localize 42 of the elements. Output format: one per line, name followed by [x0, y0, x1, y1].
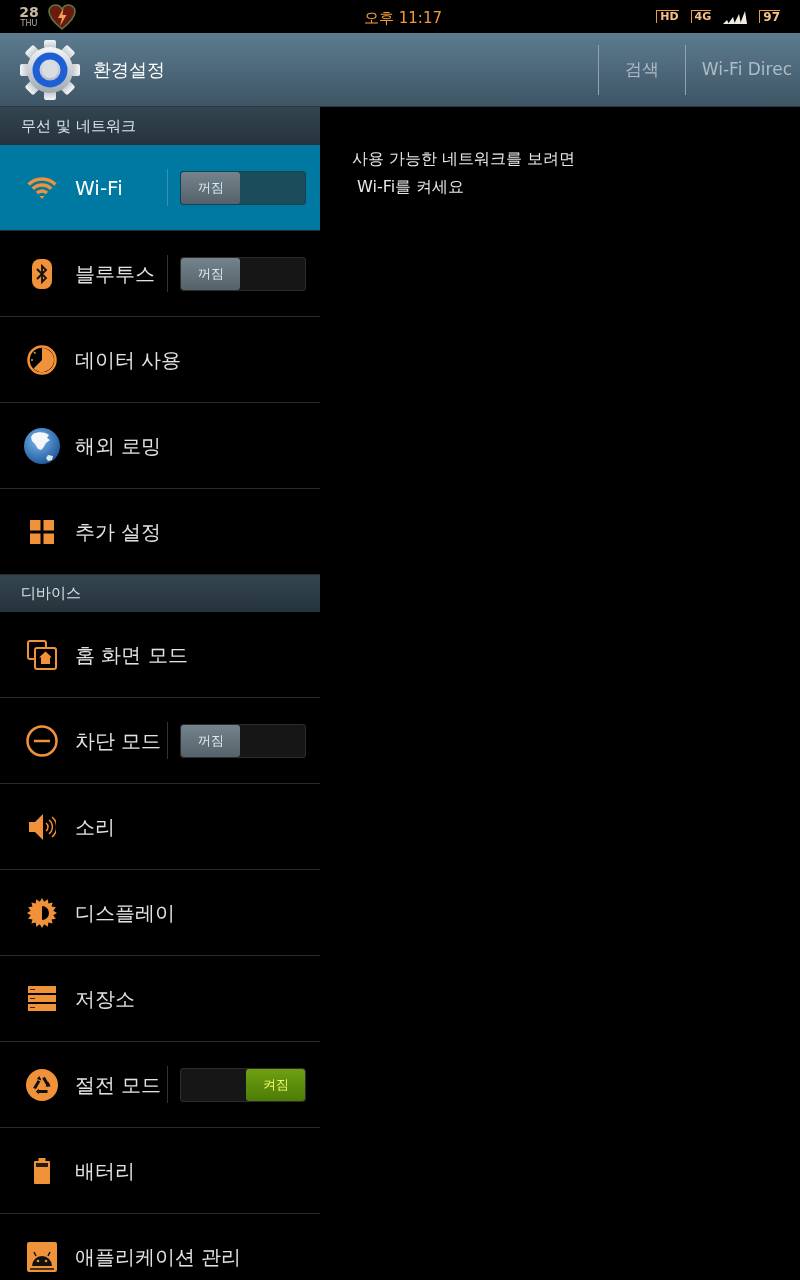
network-indicator: HD: [656, 10, 679, 23]
android-app-icon: [27, 1241, 57, 1272]
heart-bolt-icon: [48, 3, 76, 30]
globe-icon: [24, 427, 60, 464]
home-screens-icon: [27, 639, 57, 670]
grid-icon: [30, 519, 54, 544]
storage-icon: [28, 986, 56, 1011]
setting-label: 배터리: [75, 1157, 135, 1185]
brightness-icon: [27, 897, 57, 928]
pie-chart-icon: [27, 344, 57, 375]
network-indicator: 4G: [690, 10, 712, 23]
settings-gear-icon: [19, 38, 81, 101]
screen-title: 환경설정: [93, 58, 165, 82]
setting-label: 소리: [75, 813, 115, 841]
detail-message: 사용 가능한 네트워크를 보려면 Wi-Fi를 켜세요: [352, 148, 577, 198]
setting-label: 저장소: [75, 985, 135, 1013]
section-header: 디바이스: [0, 575, 320, 612]
setting-label: 차단 모드: [75, 727, 162, 755]
setting-label: 홈 화면 모드: [75, 641, 188, 669]
weekday: THU: [20, 19, 38, 28]
toggle-switch[interactable]: 꺼짐: [180, 256, 306, 291]
minus-circle-icon: [26, 724, 58, 757]
setting-label: 해외 로밍: [75, 432, 162, 460]
status-time: 오후 11:17: [364, 8, 442, 29]
settings-row[interactable]: Wi-Fi 꺼짐: [0, 145, 320, 231]
section-header: 무선 및 네트워크: [0, 107, 320, 145]
bluetooth-icon: [32, 258, 52, 289]
setting-label: 블루투스: [75, 260, 155, 288]
toggle-switch[interactable]: 꺼짐: [180, 170, 306, 205]
setting-label: 데이터 사용: [75, 346, 182, 374]
setting-label: 디스플레이: [75, 899, 175, 927]
date-day: 28: [19, 5, 39, 19]
setting-label: 애플리케이션 관리: [75, 1243, 242, 1271]
battery-level: 97: [759, 10, 780, 23]
setting-label: 절전 모드: [75, 1071, 162, 1099]
toggle-switch[interactable]: 꺼짐: [180, 723, 306, 758]
wifi-icon: [27, 176, 57, 199]
recycle-icon: [26, 1068, 58, 1101]
battery-icon: [34, 1157, 50, 1184]
signal-icon: [723, 9, 748, 24]
setting-label: 추가 설정: [75, 518, 162, 546]
setting-label: Wi-Fi: [75, 174, 123, 202]
